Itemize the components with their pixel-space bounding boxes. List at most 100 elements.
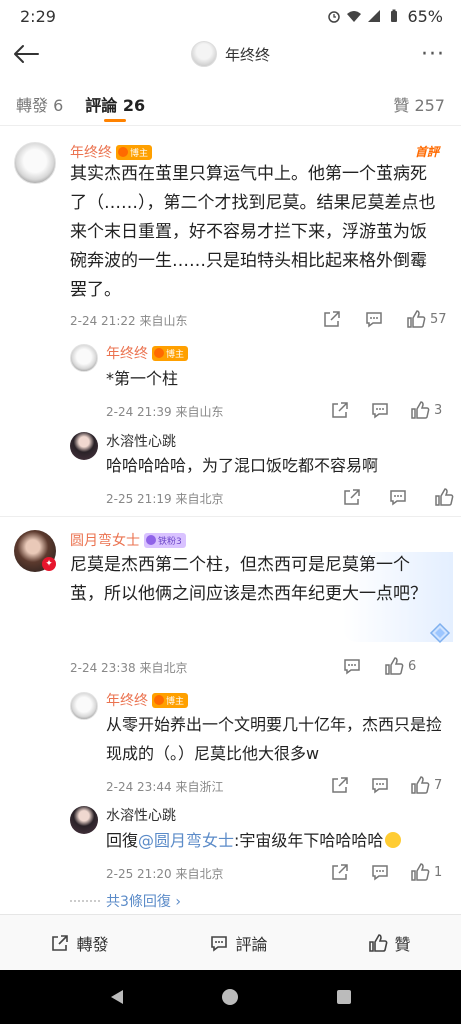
reply-author: 年终终 博主	[106, 343, 189, 363]
back-button[interactable]	[10, 38, 42, 70]
tab-bar: 轉發 6 評論 26 贊 257	[0, 82, 461, 126]
reply-button[interactable]	[370, 400, 390, 420]
tab-repost[interactable]: 轉發 6	[16, 82, 63, 126]
reply-actions	[342, 487, 458, 507]
comment-button[interactable]: 評論	[209, 931, 268, 955]
username[interactable]: 年终终	[106, 690, 148, 710]
avatar[interactable]	[70, 692, 98, 720]
system-home-button[interactable]	[210, 977, 250, 1017]
username[interactable]: 年终终	[70, 142, 112, 162]
thumbs-up-icon	[411, 863, 430, 881]
comment-icon	[366, 312, 382, 328]
comment-meta: 2-24 23:38 来自北京	[70, 661, 188, 675]
wifi-icon	[347, 11, 362, 22]
like-button[interactable]	[434, 487, 458, 507]
like-button[interactable]: 6	[384, 656, 416, 676]
comment-icon	[211, 935, 228, 952]
share-icon	[344, 489, 360, 505]
status-icons: 65%	[327, 7, 443, 26]
reply-text: *第一个柱	[106, 369, 179, 388]
avatar[interactable]	[14, 142, 56, 184]
reply-author: 年终终 博主	[106, 690, 189, 710]
reply-meta: 2-25 21:20 来自北京	[106, 867, 224, 881]
thumbs-up-icon	[411, 401, 430, 419]
reply-author: 水溶性心跳	[106, 805, 176, 825]
reply-meta: 2-24 23:44 来自浙江	[106, 780, 224, 794]
avatar[interactable]	[70, 806, 98, 834]
username[interactable]: 圆月弯女士	[70, 530, 140, 550]
reply-author: 水溶性心跳	[106, 431, 176, 451]
system-recents-button[interactable]	[324, 977, 364, 1017]
reply-meta: 2-25 21:19 来自北京	[106, 492, 224, 506]
username[interactable]: 年终终	[106, 343, 148, 363]
username[interactable]: 水溶性心跳	[106, 805, 176, 825]
avatar[interactable]	[70, 432, 98, 460]
comment-icon	[372, 403, 388, 419]
laughing-emoji-icon	[385, 832, 402, 848]
reply-button[interactable]	[342, 656, 362, 676]
author-badge: 博主	[116, 144, 153, 160]
share-icon	[332, 864, 348, 880]
battery-icon	[391, 9, 398, 22]
top-nav: 年终终 ···	[0, 32, 461, 76]
share-button[interactable]	[330, 775, 350, 795]
like-button[interactable]: 贊	[368, 931, 411, 955]
system-nav-bar	[0, 970, 461, 1024]
reply-actions: 7	[330, 775, 442, 795]
comment-text: 尼莫是杰西第二个柱，但杰西可是尼莫第一个茧，所以他俩之间应该是杰西年纪更大一点吧…	[70, 555, 427, 604]
share-icon	[324, 311, 340, 327]
comment-label: 評論	[235, 934, 268, 954]
like-button[interactable]: 3	[410, 400, 442, 420]
reply-body: :宇宙级年下哈哈哈哈	[234, 831, 384, 850]
comment-text: 其实杰西在茧里只算运气中上。他第一个茧病死了（……），第二个才找到尼莫。结果尼莫…	[70, 164, 436, 300]
reply-meta: 2-24 21:39 来自山东	[106, 405, 224, 419]
reply-button[interactable]	[370, 862, 390, 882]
reply-text: 回復@圆月弯女士:宇宙级年下哈哈哈哈	[106, 826, 446, 855]
signal-icon	[368, 10, 381, 22]
top-comment-label: 首評	[414, 145, 439, 159]
more-options-button[interactable]: ···	[417, 38, 449, 70]
crown-icon	[154, 348, 164, 358]
share-icon	[52, 934, 69, 951]
reply-button[interactable]	[370, 775, 390, 795]
reply-actions: 1	[330, 862, 442, 882]
thumbs-up-icon	[369, 933, 388, 952]
triangle-back-icon	[110, 990, 123, 1004]
divider	[0, 516, 461, 517]
more-replies-link[interactable]: 共3條回復 ›	[106, 891, 181, 911]
share-button[interactable]	[322, 309, 342, 329]
like-button[interactable]: 7	[410, 775, 442, 795]
reply-text: 哈哈哈哈哈，为了混口饭吃都不容易啊	[106, 456, 379, 475]
reply-button[interactable]	[388, 487, 408, 507]
square-recents-icon	[337, 990, 352, 1004]
thumbs-up-icon	[385, 657, 404, 675]
comment-icon	[390, 490, 406, 506]
share-button[interactable]	[342, 487, 362, 507]
repost-button[interactable]: 轉發	[50, 931, 109, 955]
system-back-button[interactable]	[97, 977, 137, 1017]
repost-label: 轉發	[76, 934, 109, 954]
reply-button[interactable]	[364, 309, 384, 329]
like-button[interactable]: 1	[410, 862, 442, 882]
bottom-toolbar: 轉發 評論 贊	[0, 914, 461, 970]
comment-icon	[372, 778, 388, 794]
comment-actions: 57	[322, 309, 447, 329]
header-avatar[interactable]	[190, 41, 217, 67]
share-icon	[332, 777, 348, 793]
nav-profile[interactable]: 年终终	[190, 41, 270, 67]
username[interactable]: 水溶性心跳	[106, 431, 176, 451]
crown-icon	[154, 695, 164, 705]
like-button[interactable]: 57	[406, 309, 447, 329]
alarm-icon	[328, 11, 341, 23]
more-icon: ···	[421, 41, 445, 67]
tab-comments[interactable]: 評論 26	[85, 82, 145, 126]
author-badge: 博主	[152, 692, 189, 708]
comment-author: 圆月弯女士 铁粉3	[70, 530, 186, 550]
verified-icon: ✦	[42, 557, 56, 571]
share-button[interactable]	[330, 400, 350, 420]
share-button[interactable]	[330, 862, 350, 882]
mention-link[interactable]: @圆月弯女士	[138, 831, 234, 850]
battery-level: 65%	[407, 6, 443, 26]
avatar[interactable]	[70, 344, 98, 372]
tab-likes[interactable]: 贊 257	[393, 82, 445, 126]
